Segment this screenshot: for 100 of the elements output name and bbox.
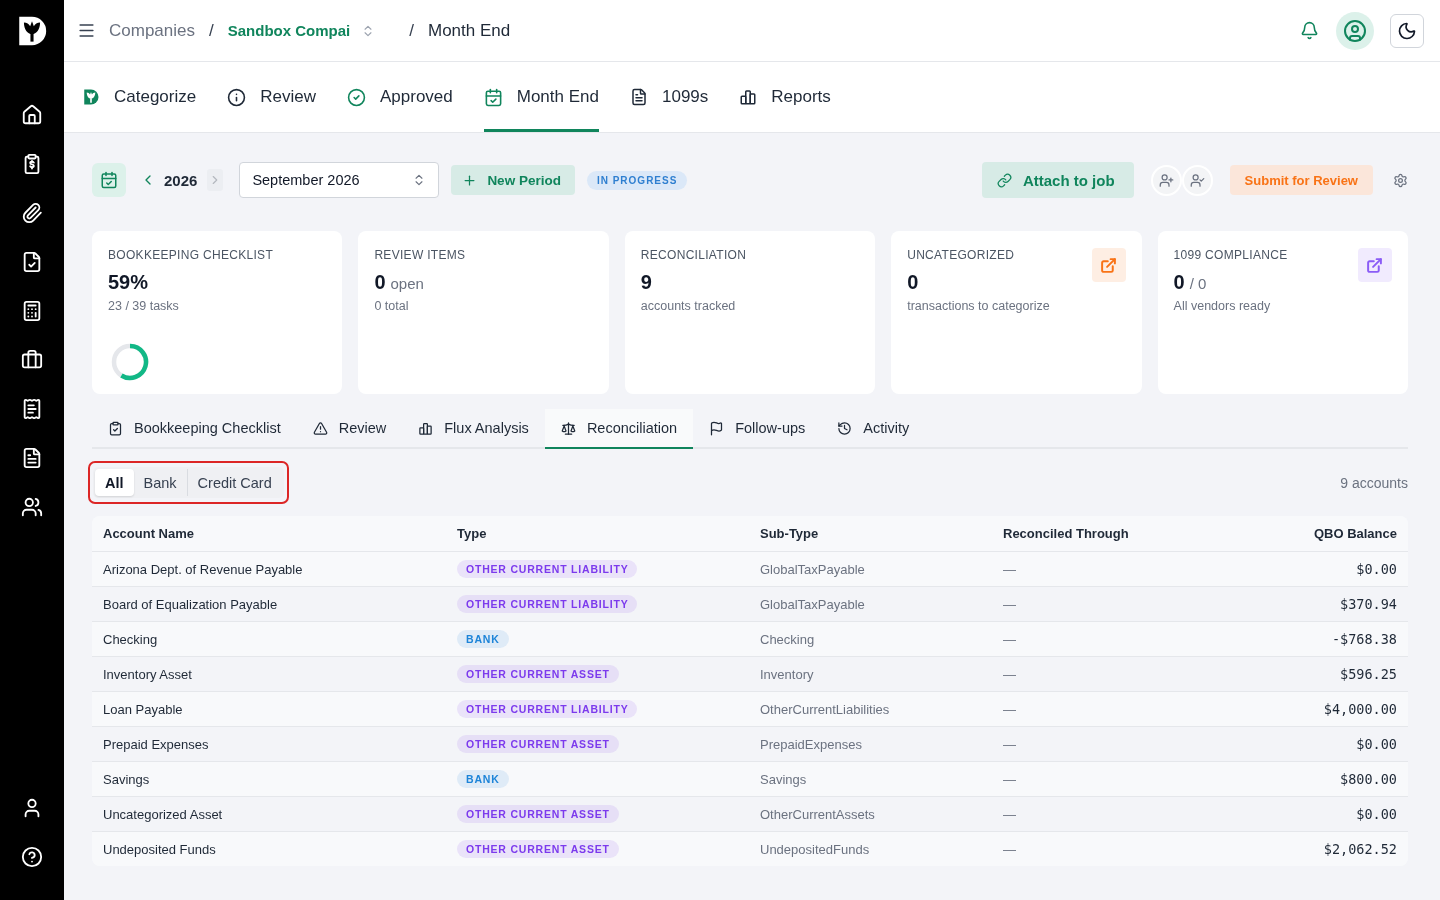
- reconciled-through: —: [1003, 806, 1017, 822]
- user-plus-icon: [1158, 172, 1174, 188]
- account-name: Savings: [103, 771, 151, 787]
- flag-icon: [709, 420, 725, 436]
- nav-tab[interactable]: Categorize: [82, 62, 197, 132]
- calendar-button[interactable]: [92, 163, 126, 197]
- section-tab[interactable]: Flux Analysis: [402, 409, 545, 449]
- paperclip-icon[interactable]: [21, 202, 43, 224]
- section-tab[interactable]: Reconciliation: [544, 409, 694, 449]
- month-select[interactable]: September 2026: [239, 162, 440, 198]
- plus-icon: [462, 172, 478, 188]
- logo-icon: [82, 88, 100, 106]
- nav-tab[interactable]: Approved: [346, 62, 453, 132]
- card-label: UNCATEGORIZED: [907, 248, 1016, 262]
- type-tag: OTHER CURRENT LIABILITY: [457, 700, 638, 718]
- card-label: RECONCILIATION: [640, 248, 748, 262]
- column-header: Type: [457, 526, 488, 541]
- card-caption: transactions to categorize: [907, 299, 1051, 313]
- assign-user-button[interactable]: [1150, 164, 1182, 196]
- open-link-button[interactable]: [1358, 248, 1392, 282]
- type-tag: OTHER CURRENT LIABILITY: [457, 595, 638, 613]
- status-badge: IN PROGRESS: [586, 170, 688, 190]
- column-header: QBO Balance: [1313, 526, 1397, 541]
- column-header: Reconciled Through: [1003, 526, 1130, 541]
- card-value: 9: [640, 271, 652, 294]
- document-check-icon[interactable]: [21, 251, 43, 273]
- filter-option[interactable]: Credit Card: [186, 469, 282, 496]
- type-tag: OTHER CURRENT ASSET: [457, 805, 619, 823]
- type-tag: BANK: [457, 770, 509, 788]
- type-tag: OTHER CURRENT ASSET: [457, 665, 619, 683]
- section-tab[interactable]: Review: [296, 409, 403, 449]
- help-icon[interactable]: [21, 846, 43, 868]
- column-header: Account Name: [103, 526, 196, 541]
- type-tag: OTHER CURRENT ASSET: [457, 840, 619, 858]
- account-name: Uncategorized Asset: [103, 806, 224, 822]
- account-name: Inventory Asset: [103, 666, 193, 682]
- link-icon: [996, 172, 1012, 188]
- profile-button[interactable]: [1336, 11, 1374, 50]
- calculator-icon[interactable]: [21, 300, 43, 322]
- breadcrumb-link[interactable]: Companies: [109, 20, 195, 41]
- type-tag: OTHER CURRENT LIABILITY: [457, 560, 638, 578]
- settings-icon[interactable]: [1393, 172, 1408, 188]
- moon-icon: [1397, 20, 1417, 41]
- card-label: BOOKKEEPING CHECKLIST: [108, 248, 274, 262]
- user-circle-icon: [1343, 18, 1367, 43]
- theme-toggle-button[interactable]: [1390, 13, 1424, 48]
- nav-tab[interactable]: Reports: [739, 62, 831, 132]
- sub-type: OtherCurrentLiabilities: [760, 701, 891, 717]
- new-period-button[interactable]: New Period: [451, 165, 575, 195]
- nav-tab[interactable]: Month End: [483, 62, 599, 132]
- reconciled-through: —: [1003, 736, 1017, 752]
- receipt-icon[interactable]: [21, 398, 43, 420]
- users-icon[interactable]: [21, 496, 43, 518]
- bell-icon[interactable]: [1300, 21, 1319, 40]
- sub-type: OtherCurrentAssets: [760, 806, 876, 822]
- year-label: 2026: [164, 171, 198, 189]
- account-name: Checking: [103, 631, 159, 647]
- filter-option[interactable]: Bank: [133, 469, 187, 496]
- card-value-unit: / 0: [1189, 275, 1207, 292]
- card-caption: 23 / 39 tasks: [108, 299, 180, 313]
- document-icon: [630, 88, 648, 106]
- card-value-unit: open: [390, 275, 424, 292]
- reviewer-button[interactable]: [1181, 164, 1213, 196]
- qbo-balance: $596.25: [1340, 666, 1397, 682]
- menu-icon[interactable]: [77, 21, 96, 40]
- column-header: Sub-Type: [760, 526, 820, 541]
- reconciled-through: —: [1003, 666, 1017, 682]
- type-tag: BANK: [457, 630, 509, 648]
- filter-option[interactable]: All: [95, 469, 134, 496]
- card-value: 0: [374, 271, 386, 294]
- card-caption: accounts tracked: [640, 299, 737, 313]
- nav-tab[interactable]: Review: [227, 62, 316, 132]
- section-tab[interactable]: Activity: [821, 409, 926, 449]
- open-link-button[interactable]: [1091, 248, 1126, 282]
- reconciled-through: —: [1003, 701, 1017, 717]
- document-icon[interactable]: [21, 447, 43, 469]
- reconciled-through: —: [1003, 841, 1017, 857]
- account-name: Loan Payable: [103, 701, 184, 717]
- qbo-balance: $0.00: [1356, 736, 1397, 752]
- home-icon[interactable]: [21, 104, 43, 126]
- sub-type: Inventory: [760, 666, 815, 682]
- account-name: Undeposited Funds: [103, 841, 217, 857]
- card-value: 0: [1173, 271, 1185, 294]
- clipboard-check-icon: [108, 420, 123, 436]
- reconciled-through: —: [1003, 771, 1017, 787]
- company-picker[interactable]: Sandbox Compai: [227, 22, 376, 39]
- account-name: Arizona Dept. of Revenue Payable: [103, 561, 304, 577]
- user-check-icon: [1189, 172, 1205, 188]
- section-tab[interactable]: Bookkeeping Checklist: [92, 409, 297, 449]
- nav-tab[interactable]: 1099s: [630, 62, 709, 132]
- sub-type: Checking: [760, 631, 816, 647]
- bar-chart-icon: [739, 88, 758, 106]
- qbo-balance: $2,062.52: [1323, 841, 1397, 857]
- qbo-balance: $4,000.00: [1323, 701, 1397, 717]
- breadcrumb-separator: /: [209, 20, 214, 41]
- calendar-check-icon: [100, 171, 118, 189]
- section-tab[interactable]: Follow-ups: [693, 409, 822, 449]
- qbo-balance: $800.00: [1340, 771, 1397, 787]
- briefcase-icon[interactable]: [21, 349, 43, 371]
- attach-button[interactable]: Attach to job: [981, 162, 1134, 198]
